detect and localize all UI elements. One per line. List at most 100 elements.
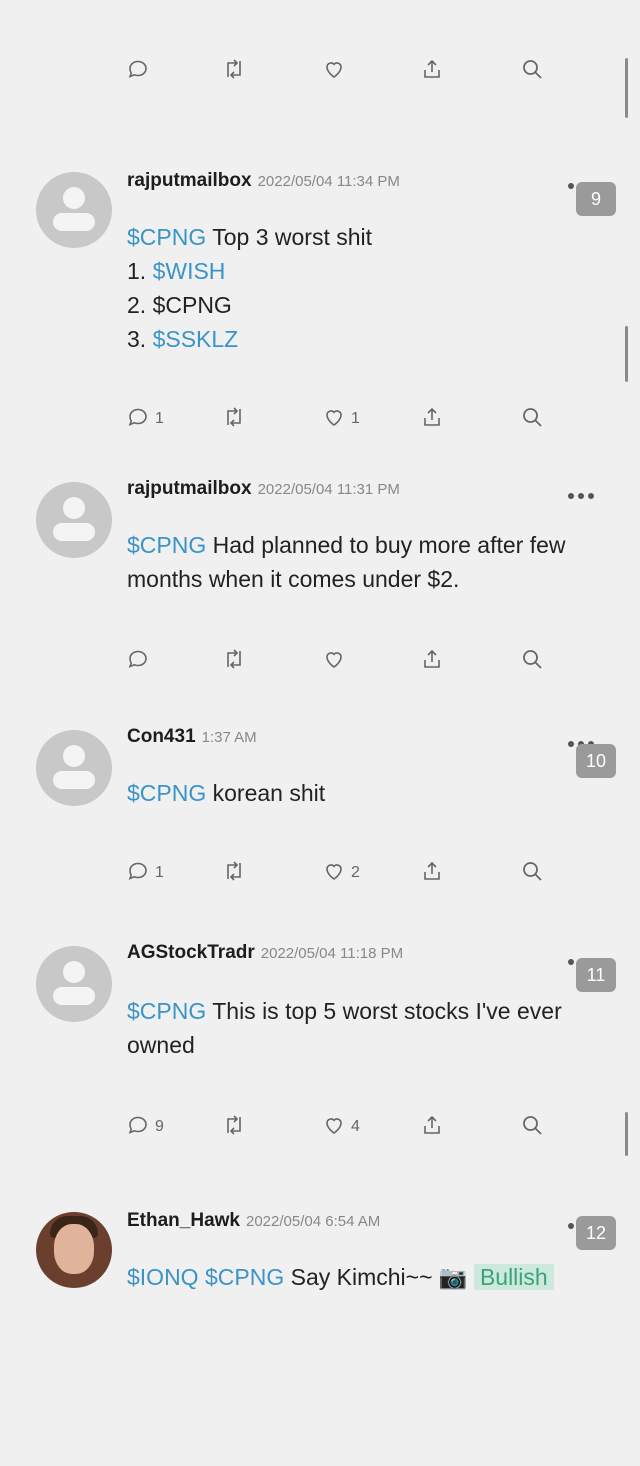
post-meta: Ethan_Hawk 2022/05/04 6:54 AM bbox=[127, 1210, 380, 1232]
search-button[interactable] bbox=[520, 646, 544, 676]
search-icon bbox=[520, 405, 544, 434]
post-text-line: $CPNG This is top 5 worst stocks I've ev… bbox=[127, 994, 562, 1028]
avatar-head bbox=[63, 497, 85, 519]
avatar-body bbox=[53, 987, 95, 1005]
repost-icon bbox=[222, 859, 246, 888]
avatar-body bbox=[53, 213, 95, 231]
repost-button[interactable] bbox=[222, 404, 246, 434]
share-icon bbox=[420, 1113, 444, 1142]
like-button[interactable] bbox=[322, 646, 346, 676]
share-button[interactable] bbox=[420, 858, 444, 888]
post-text-line: $IONQ $CPNG Say Kimchi~~ 📷 Bullish bbox=[127, 1260, 554, 1294]
cashtag-link[interactable]: $CPNG bbox=[127, 998, 206, 1024]
avatar-face bbox=[54, 1224, 94, 1274]
post-text-line: 2. $CPNG bbox=[127, 288, 372, 322]
repost-icon bbox=[222, 57, 246, 86]
avatar-body bbox=[53, 771, 95, 789]
comment-count: 9 bbox=[155, 1118, 164, 1135]
repost-icon bbox=[222, 1113, 246, 1142]
like-button[interactable] bbox=[322, 56, 346, 86]
comment-button[interactable]: 1 bbox=[126, 404, 164, 434]
comment-icon bbox=[126, 859, 150, 888]
heart-icon bbox=[322, 405, 346, 434]
action-bar bbox=[0, 646, 640, 676]
text-segment: This is top 5 worst stocks I've ever bbox=[206, 998, 562, 1024]
share-button[interactable] bbox=[420, 404, 444, 434]
action-bar: 94 bbox=[0, 1112, 640, 1142]
text-segment: 1. bbox=[127, 258, 153, 284]
heart-icon bbox=[322, 647, 346, 676]
repost-button[interactable] bbox=[222, 646, 246, 676]
share-button[interactable] bbox=[420, 646, 444, 676]
search-button[interactable] bbox=[520, 1112, 544, 1142]
post-item: AGStockTradr 2022/05/04 11:18 PM 11 $CPNG T… bbox=[0, 940, 640, 1200]
repost-icon bbox=[222, 647, 246, 676]
avatar[interactable] bbox=[36, 1212, 112, 1288]
post-meta: Con431 1:37 AM bbox=[127, 726, 257, 748]
action-bar: 11 bbox=[0, 404, 640, 434]
search-button[interactable] bbox=[520, 404, 544, 434]
comment-button[interactable]: 1 bbox=[126, 858, 164, 888]
post-meta: AGStockTradr 2022/05/04 11:18 PM bbox=[127, 942, 403, 964]
avatar-head bbox=[63, 745, 85, 767]
comment-count: 1 bbox=[155, 410, 164, 427]
cashtag-link[interactable]: $IONQ $CPNG bbox=[127, 1264, 284, 1290]
comment-count: 1 bbox=[155, 864, 164, 881]
comment-icon bbox=[126, 57, 150, 86]
avatar[interactable] bbox=[36, 172, 112, 248]
search-icon bbox=[520, 57, 544, 86]
timestamp: 2022/05/04 11:34 PM bbox=[257, 173, 400, 190]
like-button[interactable]: 1 bbox=[322, 404, 360, 434]
post-item: rajputmailbox 2022/05/04 11:31 PM $CPNG Ha… bbox=[0, 476, 640, 736]
like-button[interactable]: 4 bbox=[322, 1112, 360, 1142]
username[interactable]: rajputmailbox bbox=[127, 478, 252, 499]
avatar[interactable] bbox=[36, 482, 112, 558]
post-text: $CPNG This is top 5 worst stocks I've ev… bbox=[127, 994, 562, 1062]
number-badge: 10 bbox=[576, 744, 616, 778]
share-button[interactable] bbox=[420, 56, 444, 86]
avatar[interactable] bbox=[36, 946, 112, 1022]
cashtag-link[interactable]: $SSKLZ bbox=[153, 326, 239, 352]
cashtag-link[interactable]: $CPNG bbox=[127, 532, 206, 558]
timestamp: 1:37 AM bbox=[201, 729, 257, 746]
heart-icon bbox=[322, 859, 346, 888]
comment-icon bbox=[126, 405, 150, 434]
repost-button[interactable] bbox=[222, 1112, 246, 1142]
post-text-line: $CPNG korean shit bbox=[127, 776, 325, 810]
comment-button[interactable] bbox=[126, 56, 150, 86]
repost-button[interactable] bbox=[222, 858, 246, 888]
action-bar bbox=[0, 56, 640, 86]
repost-button[interactable] bbox=[222, 56, 246, 86]
text-segment: owned bbox=[127, 1032, 195, 1058]
share-icon bbox=[420, 57, 444, 86]
post-item: Ethan_Hawk 2022/05/04 6:54 AM 12 $IONQ $CPN… bbox=[0, 1206, 640, 1466]
username[interactable]: AGStockTradr bbox=[127, 942, 255, 963]
post-meta: rajputmailbox 2022/05/04 11:31 PM bbox=[127, 478, 400, 500]
cashtag-link[interactable]: $CPNG bbox=[127, 780, 206, 806]
text-segment: months when it comes under $2. bbox=[127, 566, 460, 592]
avatar[interactable] bbox=[36, 730, 112, 806]
cashtag-link[interactable]: $WISH bbox=[153, 258, 226, 284]
share-icon bbox=[420, 859, 444, 888]
action-bar: 12 bbox=[0, 858, 640, 888]
comment-button[interactable]: 9 bbox=[126, 1112, 164, 1142]
heart-icon bbox=[322, 57, 346, 86]
username[interactable]: Ethan_Hawk bbox=[127, 1210, 240, 1231]
post-item: rajputmailbox 2022/05/04 11:34 PM 9 $CPNG T… bbox=[0, 166, 640, 427]
username[interactable]: Con431 bbox=[127, 726, 196, 747]
username[interactable]: rajputmailbox bbox=[127, 170, 252, 191]
post-meta: rajputmailbox 2022/05/04 11:34 PM bbox=[127, 170, 400, 192]
post-text: $CPNG Top 3 worst shit 1. $WISH 2. $CPNG 3.… bbox=[127, 220, 372, 356]
search-icon bbox=[520, 859, 544, 888]
like-button[interactable]: 2 bbox=[322, 858, 360, 888]
cashtag-link[interactable]: $CPNG bbox=[127, 224, 206, 250]
more-options-icon[interactable] bbox=[568, 486, 608, 499]
search-button[interactable] bbox=[520, 858, 544, 888]
share-icon bbox=[420, 647, 444, 676]
comment-button[interactable] bbox=[126, 646, 150, 676]
avatar-body bbox=[53, 523, 95, 541]
post-text: $CPNG korean shit bbox=[127, 776, 325, 810]
search-button[interactable] bbox=[520, 56, 544, 86]
timestamp: 2022/05/04 6:54 AM bbox=[245, 1213, 381, 1230]
share-button[interactable] bbox=[420, 1112, 444, 1142]
